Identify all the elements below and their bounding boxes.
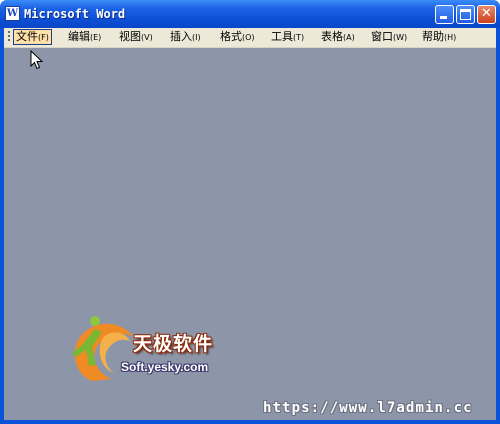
minimize-icon	[440, 16, 447, 19]
maximize-icon	[460, 9, 471, 20]
menu-format[interactable]: 格式(O)	[217, 29, 258, 45]
logo-text-cn: 天极软件	[133, 333, 214, 355]
menu-table[interactable]: 表格(A)	[318, 29, 358, 45]
menu-insert[interactable]: 插入(I)	[167, 29, 204, 45]
menu-file[interactable]: 文件(F)	[13, 29, 52, 45]
menu-accel: (H)	[444, 33, 457, 42]
menu-label: 编辑	[68, 30, 90, 43]
close-button[interactable]: ✕	[477, 5, 496, 24]
menu-edit[interactable]: 编辑(E)	[65, 29, 104, 45]
mouse-cursor-icon	[30, 50, 44, 70]
menu-accel: (V)	[141, 33, 153, 42]
menu-accel: (F)	[38, 33, 49, 42]
menu-accel: (I)	[192, 33, 201, 42]
window-title: Microsoft Word	[24, 7, 126, 21]
menu-label: 文件	[16, 30, 38, 43]
menu-view[interactable]: 视图(V)	[116, 29, 156, 45]
close-icon: ✕	[481, 6, 492, 21]
menu-window[interactable]: 窗口(W)	[368, 29, 410, 45]
app-icon-letter: W	[6, 8, 19, 19]
menubar-grip-handle[interactable]	[8, 31, 10, 43]
menu-tools[interactable]: 工具(T)	[268, 29, 307, 45]
menu-label: 工具	[271, 30, 293, 43]
menu-label: 表格	[321, 30, 343, 43]
menu-accel: (O)	[242, 33, 255, 42]
menu-help[interactable]: 帮助(H)	[419, 29, 459, 45]
menu-label: 视图	[119, 30, 141, 43]
maximize-button[interactable]	[456, 5, 475, 24]
menu-label: 帮助	[422, 30, 444, 43]
menu-accel: (W)	[393, 33, 408, 42]
menu-accel: (A)	[343, 33, 355, 42]
watermark-text: https://www.l7admin.cc	[263, 400, 473, 416]
menu-label: 窗口	[371, 30, 393, 43]
word-app-icon[interactable]: W	[5, 6, 20, 21]
logo-text-en: Soft.yesky.com	[121, 360, 209, 374]
menu-bar: 文件(F) 编辑(E) 视图(V) 插入(I) 格式(O) 工具(T) 表格(A…	[4, 28, 496, 48]
title-bar[interactable]: W Microsoft Word ✕	[0, 0, 500, 28]
menu-label: 格式	[220, 30, 242, 43]
menu-accel: (T)	[293, 33, 305, 42]
minimize-button[interactable]	[435, 5, 454, 24]
menu-label: 插入	[170, 30, 192, 43]
menu-accel: (E)	[90, 33, 102, 42]
